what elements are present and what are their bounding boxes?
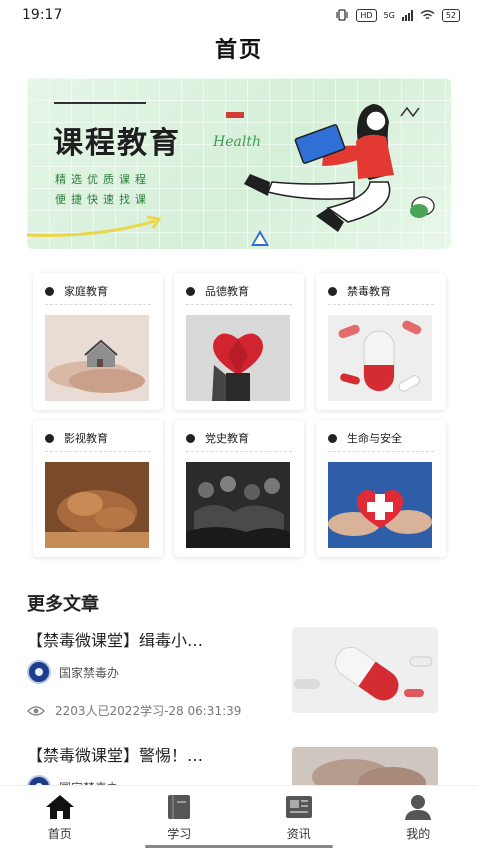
tab-label: 首页 — [47, 827, 72, 841]
bullet-icon — [45, 286, 54, 296]
card-divider — [45, 451, 151, 452]
category-label: 禁毒教育 — [347, 285, 391, 298]
category-image — [186, 315, 290, 401]
wifi-icon — [420, 9, 435, 19]
category-card-morality[interactable]: 品德教育 — [174, 273, 304, 410]
heart-first-aid-image — [328, 462, 432, 548]
card-divider — [45, 304, 151, 305]
category-card-anti-drug[interactable]: 禁毒教育 — [316, 273, 446, 410]
status-icons: HD 5G 52 — [335, 8, 460, 22]
article-source: 国家禁毒办 — [27, 660, 119, 684]
category-card-film[interactable]: 影视教育 — [33, 420, 163, 557]
banner-subtitle-2: 便捷快速找课 — [55, 193, 151, 206]
card-divider — [328, 304, 434, 305]
tab-home[interactable]: 首页 — [0, 786, 120, 850]
card-divider — [186, 304, 292, 305]
status-time: 19:17 — [22, 7, 63, 23]
category-label: 党史教育 — [205, 432, 249, 445]
hands-photo-image — [292, 747, 438, 787]
category-image — [45, 315, 149, 401]
capsule-pill-image — [292, 627, 438, 713]
student-laptop-illustration — [226, 104, 435, 246]
vibrate-icon — [336, 9, 348, 21]
pill-capsules-image — [328, 315, 432, 401]
clay-pottery-hands-image — [45, 462, 149, 548]
article-title[interactable]: 【禁毒微课堂】缉毒小… — [27, 627, 277, 651]
bullet-icon — [328, 433, 337, 443]
tab-news[interactable]: 资讯 — [239, 786, 359, 850]
tab-study[interactable]: 学习 — [120, 786, 240, 850]
card-divider — [186, 451, 292, 452]
category-card-party-history[interactable]: 党史教育 — [174, 420, 304, 557]
category-card-head: 品德教育 — [186, 283, 249, 299]
source-name: 国家禁毒办 — [59, 665, 120, 680]
category-label: 影视教育 — [64, 432, 108, 445]
article-item[interactable]: 【禁毒微课堂】警惕！… 国家禁毒办 — [27, 742, 451, 787]
article-thumbnail[interactable] — [292, 747, 438, 787]
tab-label: 学习 — [167, 827, 192, 841]
bullet-icon — [186, 286, 195, 296]
category-image — [328, 315, 432, 401]
hd-badge: HD — [356, 8, 377, 22]
category-label: 家庭教育 — [64, 285, 108, 298]
family-hands-house-image — [45, 315, 149, 401]
tab-label: 资讯 — [286, 827, 311, 841]
banner[interactable]: 课程教育 Health 精选优质课程 便捷快速找课 — [27, 78, 451, 249]
bullet-icon — [45, 433, 54, 443]
banner-decor-line — [54, 102, 146, 104]
red-heart-hands-image — [186, 315, 290, 401]
category-image — [45, 462, 149, 548]
bullet-icon — [328, 286, 337, 296]
source-logo-icon — [27, 660, 51, 684]
more-articles-title: 更多文章 — [27, 594, 99, 615]
article-meta-text: 2203人已2022学习-28 06:31:39 — [55, 704, 242, 718]
category-label: 生命与安全 — [347, 432, 402, 445]
tab-mine[interactable]: 我的 — [359, 786, 478, 850]
book-icon — [168, 795, 191, 819]
category-label: 品德教育 — [205, 285, 249, 298]
bullet-icon — [186, 433, 195, 443]
article-meta: 2203人已2022学习-28 06:31:39 — [27, 702, 241, 719]
news-icon — [285, 796, 312, 818]
category-card-family[interactable]: 家庭教育 — [33, 273, 163, 410]
status-bar: 19:17 HD 5G 52 — [0, 0, 478, 30]
user-icon — [405, 795, 432, 820]
battery-icon: 52 — [441, 8, 460, 22]
category-image — [186, 462, 290, 548]
banner-title: 课程教育 — [53, 126, 181, 161]
category-image — [328, 462, 432, 548]
article-thumbnail[interactable] — [292, 627, 438, 713]
category-card-head: 家庭教育 — [45, 283, 108, 299]
category-card-head: 影视教育 — [45, 430, 108, 446]
eye-icon — [27, 705, 45, 716]
page-title: 首页 — [214, 38, 263, 63]
home-icon — [45, 795, 74, 819]
card-divider — [328, 451, 434, 452]
bottom-tab-bar: 首页 学习 资讯 我的 — [0, 785, 478, 850]
category-card-head: 党史教育 — [186, 430, 249, 446]
home-indicator[interactable] — [145, 845, 333, 848]
historical-crowd-photo-image — [186, 462, 290, 548]
signal-icon — [401, 9, 413, 21]
category-card-life-safety[interactable]: 生命与安全 — [316, 420, 446, 557]
article-item[interactable]: 【禁毒微课堂】缉毒小… 国家禁毒办 2203人已2022学习-28 06:31:… — [27, 627, 451, 727]
banner-subtitle-1: 精选优质课程 — [55, 173, 151, 186]
article-title[interactable]: 【禁毒微课堂】警惕！… — [27, 742, 277, 766]
category-card-head: 禁毒教育 — [328, 283, 391, 299]
banner-arrow-icon — [27, 215, 162, 237]
network-label: 5G — [383, 10, 395, 20]
tab-label: 我的 — [406, 827, 431, 841]
category-card-head: 生命与安全 — [328, 430, 402, 446]
